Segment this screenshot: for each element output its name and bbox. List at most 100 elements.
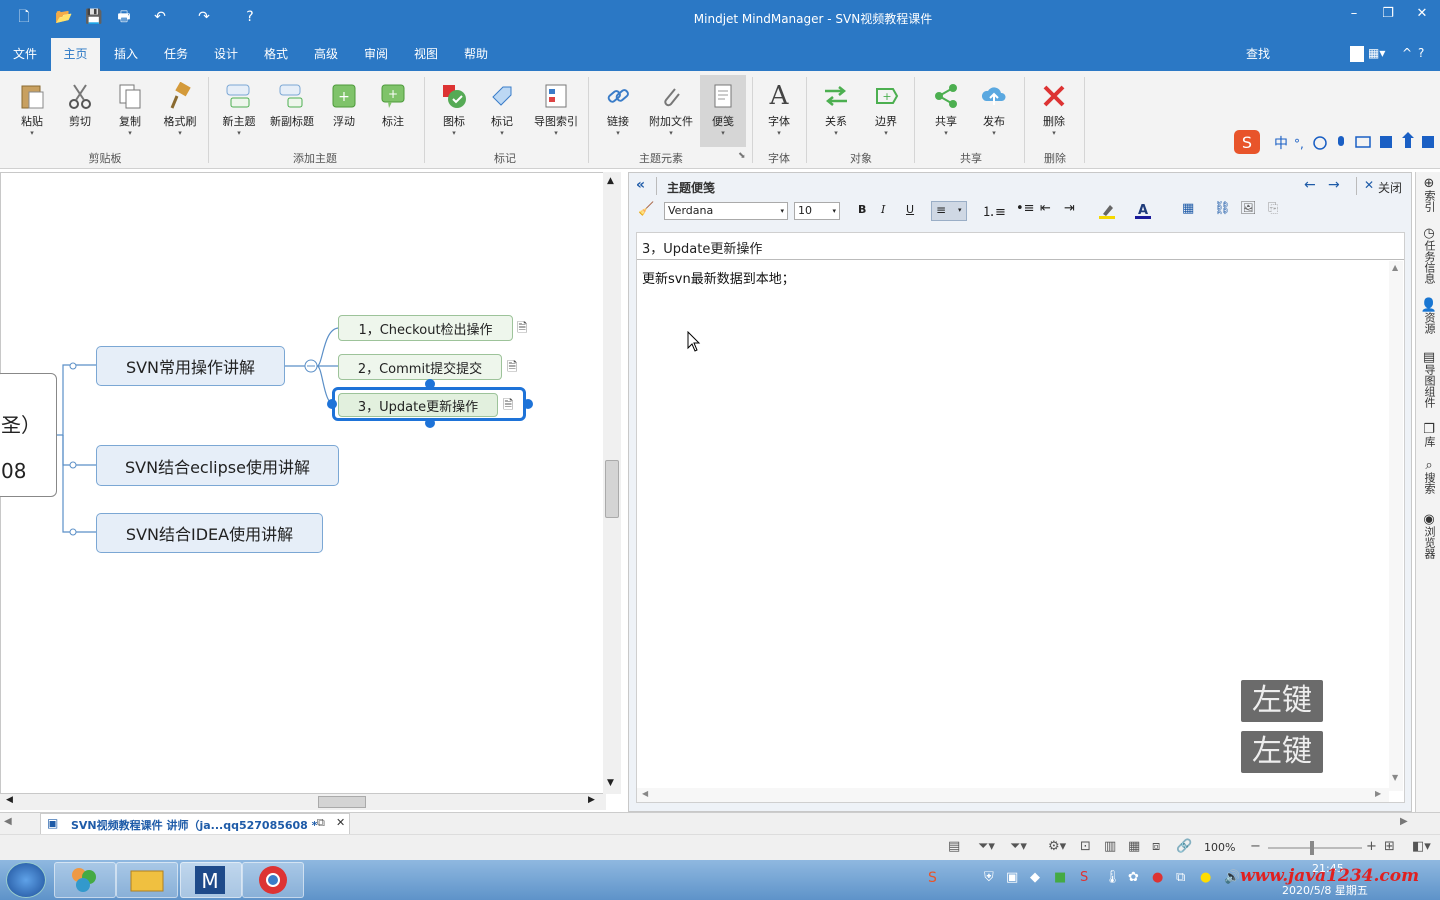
note-icon[interactable]: 🗎 [503,396,513,418]
schedule-view-icon[interactable]: ▦ [1128,839,1140,854]
taskbar-file-explorer[interactable] [116,862,178,898]
link-icon[interactable]: ⛓ [1214,201,1231,216]
zoom-slider-thumb[interactable] [1310,841,1314,855]
delete-button[interactable]: 删除 ▾ [1034,75,1074,147]
map-vertical-scrollbar[interactable]: ▲ ▼ [603,172,621,794]
taskbar-app-colors[interactable] [54,862,116,898]
fit-window-icon[interactable]: ⊞ [1384,839,1395,854]
indent-icon[interactable]: ⇥ [1064,201,1075,216]
resize-handle[interactable] [425,379,435,389]
tab-scroll-left-icon[interactable]: ◀ [4,816,12,827]
filter-icon[interactable]: ⏷▾ [978,839,995,854]
side-tab-library[interactable]: ❐ 库 [1419,423,1439,450]
font-color-icon[interactable]: A [1134,202,1154,220]
publish-button[interactable]: 发布 ▾ [974,75,1014,147]
subtopic-commit[interactable]: 2，Commit提交提交 [338,354,502,380]
document-tab[interactable]: ▣ SVN视频教程课件 讲师（ja...qq527085608 * ⧉ ✕ [40,813,350,834]
tab-view[interactable]: 视图 [406,38,446,71]
align-left-button[interactable]: ≡ ▾ [931,201,967,221]
index-view-icon[interactable]: ▤ [948,839,960,854]
fit-map-icon[interactable]: ⊡ [1080,839,1091,854]
icons-button[interactable]: 图标 ▾ [434,75,474,147]
side-tab-task-info[interactable]: ◷ 任务信息 [1419,227,1439,287]
table-icon[interactable]: ▦ [1182,201,1194,216]
note-icon[interactable]: 🗎 [507,358,517,380]
insert-object-icon[interactable]: ⎘ [1268,201,1278,216]
notes-button[interactable]: 便笺 ▾ [700,75,746,147]
start-button[interactable] [6,862,46,898]
forward-icon[interactable]: → [1328,177,1340,193]
outline-view-icon[interactable]: ▥ [1104,839,1116,854]
side-tab-resources[interactable]: 👤 资源 [1419,299,1439,337]
ime-toolbar[interactable]: S 中 °, [1232,128,1440,158]
tab-format[interactable]: 格式 [256,38,296,71]
scroll-right-icon[interactable]: ▶ [588,795,595,805]
collapse-ribbon-icon[interactable]: ^ [1402,46,1412,60]
zoom-out-icon[interactable]: − [1250,839,1261,854]
panel-toggle-icon[interactable]: ◧▾ [1412,839,1431,854]
note-body-text[interactable]: 更新svn最新数据到本地； [642,268,795,287]
resize-handle[interactable] [327,399,337,409]
map-canvas[interactable]: 圣） 08 SVN常用操作讲解 SVN结合eclipse使用讲解 SVN结合ID… [0,172,606,794]
zoom-slider[interactable] [1268,847,1362,849]
note-icon[interactable]: 🗎 [517,319,527,341]
font-button[interactable]: A 字体 ▾ [760,75,798,147]
clear-format-icon[interactable]: 🧹 [638,202,654,217]
collapse-panel-icon[interactable]: « [636,177,645,193]
callout-button[interactable]: + 标注 [374,75,412,147]
topic-svn-idea[interactable]: SVN结合IDEA使用讲解 [96,513,323,553]
tray-icon-shield[interactable]: ⛨ [984,870,994,885]
minimize-icon[interactable]: – [1342,4,1366,24]
side-tab-search[interactable]: ⌕ 搜索 [1419,459,1439,497]
italic-button[interactable]: I [881,203,885,216]
back-icon[interactable]: ← [1304,177,1316,193]
side-tab-index[interactable]: ⊕ 索引 [1419,177,1439,215]
resize-handle[interactable] [523,399,533,409]
floating-topic-button[interactable]: + 浮动 [326,75,362,147]
outdent-icon[interactable]: ⇤ [1040,201,1051,216]
side-tab-map-parts[interactable]: ▤ 导图组件 [1419,351,1439,411]
tray-icon-device[interactable]: ▣ [1006,870,1018,885]
topic-svn-eclipse[interactable]: SVN结合eclipse使用讲解 [96,445,339,486]
notes-hscrollbar[interactable]: ◀ ▶ [637,788,1389,802]
map-view-icon[interactable]: ⧈ [1152,839,1160,854]
close-window-icon[interactable]: ✕ [1410,4,1434,24]
hyperlink-button[interactable]: 链接 ▾ [598,75,638,147]
help-circle-icon[interactable]: ? [1418,46,1424,60]
tray-icon-nvidia[interactable]: ■ [1054,870,1066,885]
tab-insert[interactable]: 插入 [106,38,146,71]
scroll-left-icon[interactable]: ◀ [6,795,13,805]
side-tab-browser[interactable]: ◉ 浏览器 [1419,513,1439,562]
boundary-button[interactable]: + 边界 ▾ [866,75,906,147]
underline-button[interactable]: U [906,203,914,216]
tray-icon-misc[interactable]: ✿ [1128,870,1139,885]
search-box-icon[interactable] [1350,46,1364,62]
tab-help[interactable]: 帮助 [456,38,496,71]
share-button[interactable]: 共享 ▾ [926,75,966,147]
close-notes-label[interactable]: 关闭 [1378,179,1402,196]
notes-scrollbar[interactable]: ▲ ▼ [1389,261,1403,791]
new-topic-button[interactable]: 新主题 ▾ [218,75,260,147]
settings-icon[interactable]: ⚙▾ [1048,839,1066,854]
attachment-button[interactable]: 附加文件 ▾ [644,75,698,147]
tags-button[interactable]: 标记 ▾ [482,75,522,147]
tab-file[interactable]: 文件 [6,38,44,71]
subtopic-update[interactable]: 3，Update更新操作 [338,393,498,417]
link-view-icon[interactable]: 🔗 [1176,839,1192,854]
tray-icon-temp[interactable]: 🌡 [1104,870,1121,885]
paste-button[interactable]: 粘贴 ▾ [12,75,52,147]
taskbar-mindmanager[interactable]: M [180,862,242,898]
bullet-list-icon[interactable]: •≡ [1016,201,1035,216]
relationship-button[interactable]: 关系 ▾ [816,75,856,147]
image-icon[interactable]: 🖼 [1240,201,1257,216]
tray-icon-network[interactable]: ⧉ [1176,870,1185,885]
map-index-button[interactable]: 导图索引 ▾ [530,75,582,147]
close-notes-icon[interactable]: ✕ [1364,178,1374,192]
scroll-thumb[interactable] [318,796,366,808]
map-horizontal-scrollbar[interactable]: ◀ ▶ [0,794,606,810]
new-subtopic-button[interactable]: 新副标题 [266,75,318,147]
copy-button[interactable]: 复制 ▾ [108,75,152,147]
close-tab-icon[interactable]: ✕ [336,816,345,829]
tab-task[interactable]: 任务 [156,38,196,71]
tray-icon-yellow[interactable]: ● [1200,870,1211,885]
